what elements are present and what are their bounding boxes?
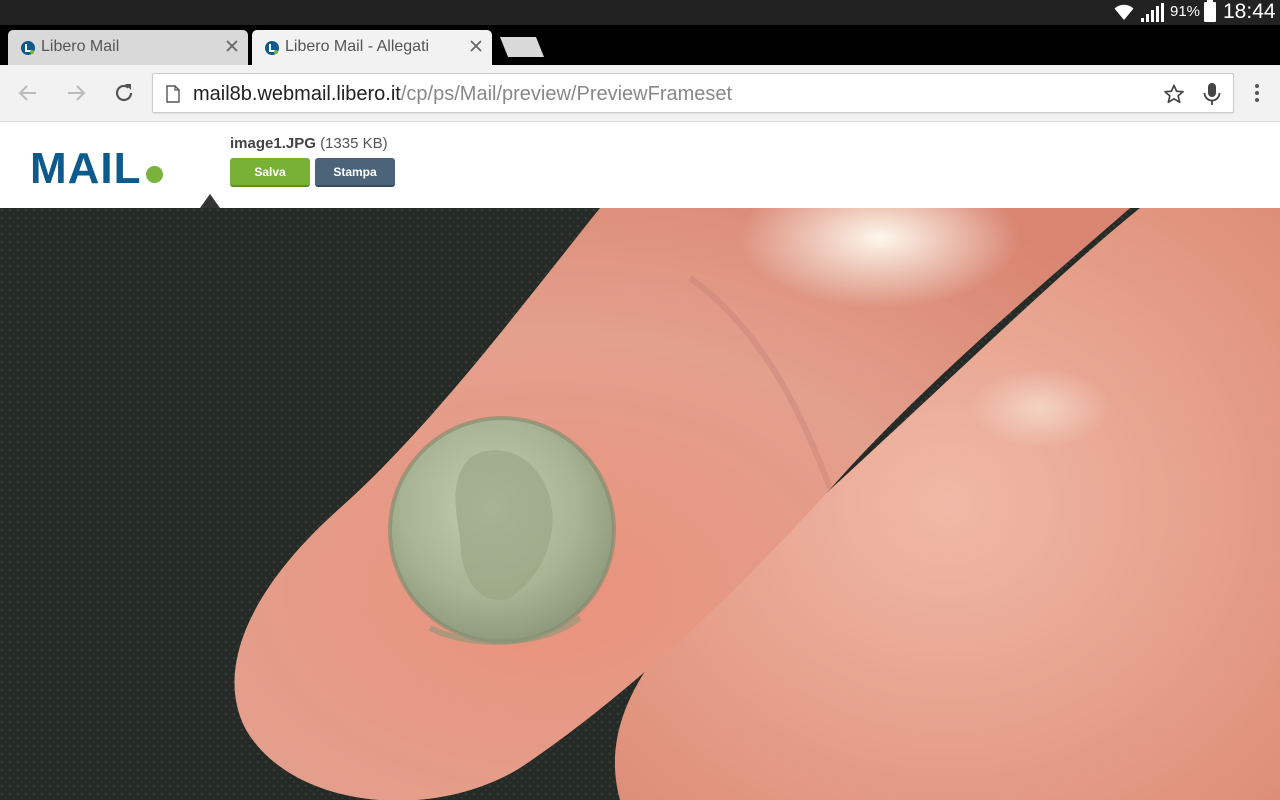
attachment-info: image1.JPG (1335 KB) (230, 135, 388, 152)
wifi-icon (1114, 4, 1134, 20)
battery-icon (1204, 0, 1216, 22)
tab-libero-mail[interactable]: Libero Mail (8, 30, 248, 65)
url-path: /cp/ps/Mail/preview/PreviewFrameset (400, 83, 733, 105)
image-preview (0, 208, 1280, 800)
signal-icon (1141, 3, 1164, 22)
libero-favicon-icon (21, 41, 35, 55)
attachment-filename: image1.JPG (230, 135, 316, 152)
logo-text: MAIL (30, 144, 142, 193)
close-tab-icon[interactable] (468, 38, 484, 54)
attachment-photo (0, 208, 1280, 800)
forward-icon[interactable] (64, 81, 88, 105)
url-host: mail8b.webmail.libero.it (193, 83, 401, 105)
back-icon[interactable] (16, 81, 40, 105)
url-text: mail8b.webmail.libero.it/cp/ps/Mail/prev… (193, 83, 732, 106)
attachment-size: (1335 KB) (320, 135, 388, 152)
status-bar: 91% 18:44 (0, 0, 1280, 25)
mail-logo[interactable]: MAIL (30, 144, 163, 194)
libero-favicon-icon (265, 41, 279, 55)
battery-percentage: 91% (1170, 3, 1201, 20)
overflow-menu-icon[interactable] (1247, 81, 1267, 105)
tab-libero-mail-allegati[interactable]: Libero Mail - Allegati (252, 30, 492, 65)
save-button[interactable]: Salva (230, 158, 310, 187)
tab-title: Libero Mail - Allegati (285, 38, 430, 55)
mail-header: MAIL image1.JPG (1335 KB) Salva Stampa (0, 122, 1280, 208)
print-button[interactable]: Stampa (315, 158, 395, 187)
page-icon (166, 85, 180, 103)
close-tab-icon[interactable] (224, 38, 240, 54)
browser-toolbar: mail8b.webmail.libero.it/cp/ps/Mail/prev… (0, 65, 1280, 122)
microphone-icon[interactable] (1201, 82, 1223, 106)
preview-pointer (200, 194, 220, 208)
tab-strip: Libero Mail Libero Mail - Allegati (0, 25, 1280, 65)
logo-dot (145, 166, 163, 183)
tab-title: Libero Mail (41, 38, 120, 55)
address-bar[interactable]: mail8b.webmail.libero.it/cp/ps/Mail/prev… (152, 73, 1234, 113)
reload-icon[interactable] (112, 81, 136, 105)
bookmark-star-icon[interactable] (1163, 83, 1185, 105)
clock: 18:44 (1223, 0, 1276, 23)
new-tab-button[interactable] (500, 37, 544, 57)
